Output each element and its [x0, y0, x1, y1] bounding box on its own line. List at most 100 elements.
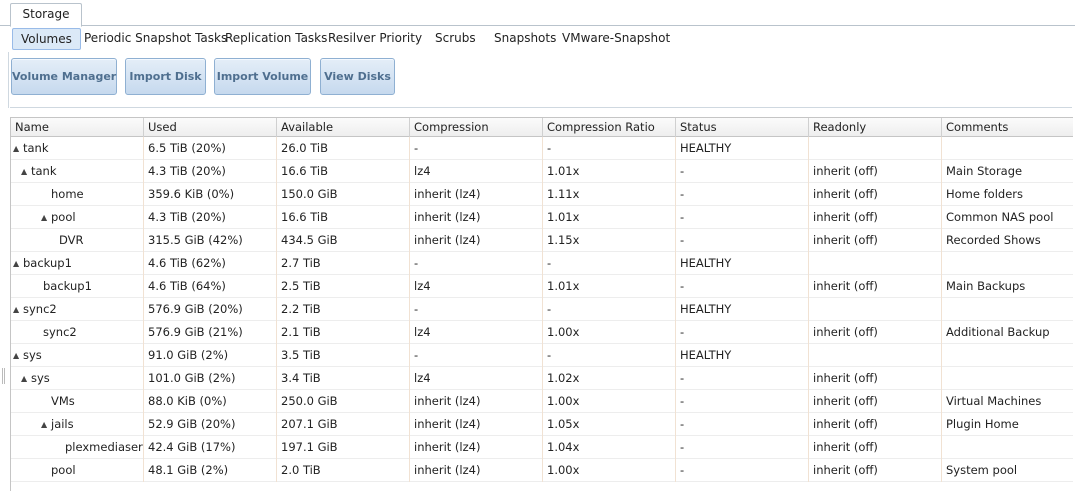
cell-available: 2.1 TiB — [277, 321, 410, 344]
table-row[interactable]: ▲ tank 6.5 TiB (20%) 26.0 TiB - - HEALTHY — [11, 137, 1073, 160]
table-row[interactable]: ▲ pool 4.3 TiB (20%) 16.6 TiB inherit (lz4) 1… — [11, 206, 1073, 229]
cell-available: 2.0 TiB — [277, 459, 410, 482]
column-header-compression-ratio[interactable]: Compression Ratio — [543, 118, 676, 137]
cell-compression: lz4 — [410, 160, 543, 183]
cell-name: ▲ backup1 — [11, 252, 144, 275]
cell-compression-ratio: - — [543, 344, 676, 367]
dataset-name: tank — [23, 141, 49, 155]
table-row[interactable]: backup1 4.6 TiB (64%) 2.5 TiB lz4 1.01x - inhe… — [11, 275, 1073, 298]
column-header-readonly[interactable]: Readonly — [809, 118, 942, 137]
dataset-name: jails — [51, 417, 74, 431]
tab-scrubs[interactable]: Scrubs — [435, 28, 476, 50]
table-row[interactable]: ▲ backup1 4.6 TiB (62%) 2.7 TiB - - HEALTHY — [11, 252, 1073, 275]
cell-status: HEALTHY — [676, 137, 809, 160]
cell-compression: lz4 — [410, 275, 543, 298]
column-header-comments[interactable]: Comments — [942, 118, 1073, 137]
cell-comments — [942, 344, 1073, 367]
table-row[interactable]: sync2 576.9 GiB (21%) 2.1 TiB lz4 1.00x - inhe… — [11, 321, 1073, 344]
cell-compression: inherit (lz4) — [410, 229, 543, 252]
cell-readonly — [809, 137, 942, 160]
cell-status: HEALTHY — [676, 344, 809, 367]
cell-readonly: inherit (off) — [809, 367, 942, 390]
cell-compression-ratio: 1.00x — [543, 321, 676, 344]
column-header-status[interactable]: Status — [676, 118, 809, 137]
table-row[interactable]: ▲ jails 52.9 GiB (20%) 207.1 GiB inherit (lz… — [11, 413, 1073, 436]
table-row[interactable]: VMs 88.0 KiB (0%) 250.0 GiB inherit (lz4) 1.… — [11, 390, 1073, 413]
table-row[interactable]: ▲ tank 4.3 TiB (20%) 16.6 TiB lz4 1.01x - inher… — [11, 160, 1073, 183]
import-volume-button[interactable]: Import Volume — [214, 58, 311, 95]
expand-toggle-icon[interactable]: ▲ — [13, 299, 23, 321]
table-row[interactable]: home 359.6 KiB (0%) 150.0 GiB inherit (lz4)… — [11, 183, 1073, 206]
cell-compression: - — [410, 137, 543, 160]
cell-compression-ratio: - — [543, 137, 676, 160]
panel-border — [8, 52, 9, 108]
cell-name: ▲ tank — [11, 137, 144, 160]
cell-status: - — [676, 206, 809, 229]
cell-available: 434.5 GiB — [277, 229, 410, 252]
view-disks-button[interactable]: View Disks — [320, 58, 395, 95]
cell-readonly: inherit (off) — [809, 206, 942, 229]
cell-readonly: inherit (off) — [809, 229, 942, 252]
table-row[interactable]: plexmediaserve42.4 GiB (17%)197.1 GiBinh… — [11, 436, 1073, 459]
cell-status: - — [676, 413, 809, 436]
tab-resilver-priority[interactable]: Resilver Priority — [328, 28, 422, 50]
expand-toggle-icon[interactable]: ▲ — [13, 345, 23, 367]
cell-available: 207.1 GiB — [277, 413, 410, 436]
column-header-available[interactable]: Available — [277, 118, 410, 137]
cell-comments: Plugin Home — [942, 413, 1073, 436]
cell-available: 16.6 TiB — [277, 206, 410, 229]
cell-used: 6.5 TiB (20%) — [144, 137, 277, 160]
cell-available: 3.5 TiB — [277, 344, 410, 367]
cell-used: 576.9 GiB (21%) — [144, 321, 277, 344]
expand-toggle-icon[interactable]: ▲ — [13, 138, 23, 160]
expand-toggle-icon[interactable]: ▲ — [13, 253, 23, 275]
tab-vmware-snapshot[interactable]: VMware-Snapshot — [562, 28, 670, 50]
dataset-name: DVR — [59, 233, 84, 247]
cell-compression: inherit (lz4) — [410, 183, 543, 206]
cell-name: ▲ sys — [11, 367, 144, 390]
tab-snapshots[interactable]: Snapshots — [494, 28, 556, 50]
column-header-name[interactable]: Name — [11, 118, 144, 137]
cell-available: 2.2 TiB — [277, 298, 410, 321]
cell-comments: Recorded Shows — [942, 229, 1073, 252]
expand-toggle-icon[interactable]: ▲ — [21, 368, 31, 390]
table-row[interactable]: pool 48.1 GiB (2%) 2.0 TiB inherit (lz4) 1.0… — [11, 459, 1073, 482]
cell-status: - — [676, 229, 809, 252]
table-row[interactable]: DVR 315.5 GiB (42%) 434.5 GiB inherit (lz4)… — [11, 229, 1073, 252]
cell-compression-ratio: 1.05x — [543, 413, 676, 436]
tab-periodic-snapshot-tasks[interactable]: Periodic Snapshot Tasks — [84, 28, 227, 50]
import-disk-button[interactable]: Import Disk — [125, 58, 206, 95]
resize-handle[interactable] — [2, 368, 5, 384]
tab-storage[interactable]: Storage — [10, 3, 82, 27]
cell-comments — [942, 252, 1073, 275]
volume-manager-button[interactable]: Volume Manager — [11, 58, 117, 95]
dataset-name: plexmediaserve — [65, 440, 143, 454]
column-header-used[interactable]: Used — [144, 118, 277, 137]
cell-comments: Common NAS pool — [942, 206, 1073, 229]
cell-comments: System pool — [942, 459, 1073, 482]
cell-comments — [942, 298, 1073, 321]
cell-compression-ratio: 1.02x — [543, 367, 676, 390]
cell-name: pool — [11, 459, 144, 482]
expand-toggle-icon[interactable]: ▲ — [41, 207, 51, 229]
cell-name: ▲ tank — [11, 160, 144, 183]
table-row[interactable]: ▲ sys 91.0 GiB (2%) 3.5 TiB - - HEALTHY — [11, 344, 1073, 367]
dataset-name: backup1 — [23, 256, 72, 270]
cell-readonly: inherit (off) — [809, 390, 942, 413]
cell-compression: inherit (lz4) — [410, 390, 543, 413]
cell-status: - — [676, 160, 809, 183]
expand-toggle-icon[interactable]: ▲ — [41, 414, 51, 436]
column-header-compression[interactable]: Compression — [410, 118, 543, 137]
table-row[interactable]: ▲ sync2 576.9 GiB (20%) 2.2 TiB - - HEALTHY — [11, 298, 1073, 321]
expand-toggle-icon[interactable]: ▲ — [21, 161, 31, 183]
cell-readonly: inherit (off) — [809, 160, 942, 183]
volumes-tree-grid: Name Used Available Compression Compress… — [10, 117, 1073, 491]
tab-volumes[interactable]: Volumes — [12, 28, 81, 50]
table-row[interactable]: ▲ sys 101.0 GiB (2%) 3.4 TiB lz4 1.02x - inheri… — [11, 367, 1073, 390]
cell-available: 26.0 TiB — [277, 137, 410, 160]
top-tabbar: Storage — [0, 0, 1075, 27]
tab-replication-tasks[interactable]: Replication Tasks — [225, 28, 327, 50]
cell-available: 2.7 TiB — [277, 252, 410, 275]
cell-name: VMs — [11, 390, 144, 413]
cell-compression: inherit (lz4) — [410, 459, 543, 482]
